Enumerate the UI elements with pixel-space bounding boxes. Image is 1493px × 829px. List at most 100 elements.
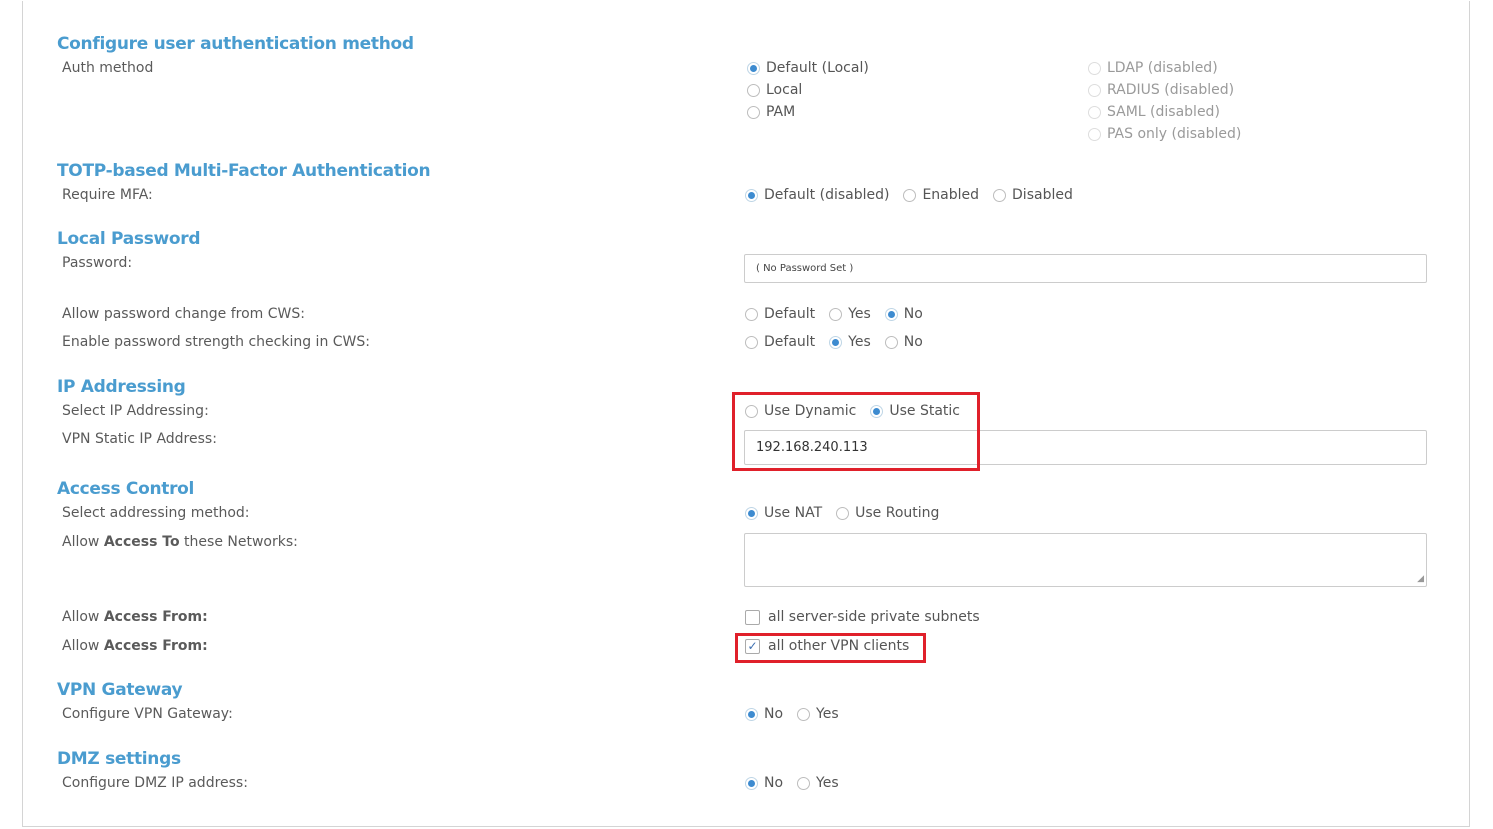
- mfa-option-label: Enabled: [922, 187, 980, 203]
- password-strength-label: Enable password strength checking in CWS…: [62, 334, 370, 350]
- gateway-radio-group: No Yes: [745, 706, 839, 722]
- mfa-option-label: Default (disabled): [764, 187, 890, 203]
- auth-option-label: PAM: [766, 104, 796, 120]
- allowed-networks-textarea[interactable]: ◢: [744, 533, 1427, 587]
- radio-selected-icon[interactable]: [745, 188, 758, 202]
- option-label: No: [764, 706, 784, 722]
- section-title-ip: IP Addressing: [57, 377, 186, 397]
- addressing-radio-nat[interactable]: Use NAT: [745, 505, 822, 521]
- label-part: these Networks:: [179, 534, 298, 550]
- auth-radio-local[interactable]: Local: [747, 82, 802, 98]
- option-label: No: [764, 775, 784, 791]
- section-title-mfa: TOTP-based Multi-Factor Authentication: [57, 161, 431, 181]
- section-title-password: Local Password: [57, 229, 201, 249]
- radio-icon[interactable]: [747, 83, 760, 97]
- password-label: Password:: [62, 255, 133, 271]
- resize-handle-icon[interactable]: ◢: [1417, 574, 1424, 584]
- label-part: Allow: [62, 534, 104, 550]
- password-field[interactable]: ( No Password Set ): [744, 254, 1427, 283]
- highlight-box-ip: [732, 392, 980, 471]
- dmz-label: Configure DMZ IP address:: [62, 775, 248, 791]
- auth-radio-ldap: LDAP (disabled): [1088, 60, 1218, 76]
- radio-disabled-icon: [1088, 61, 1101, 75]
- radio-selected-icon[interactable]: [884, 307, 898, 321]
- gateway-label: Configure VPN Gateway:: [62, 706, 233, 722]
- highlight-box-vpn-clients: [735, 633, 926, 663]
- auth-method-label: Auth method: [62, 60, 154, 76]
- dmz-radio-no[interactable]: No: [745, 775, 783, 791]
- dmz-radio-yes[interactable]: Yes: [797, 775, 839, 791]
- radio-disabled-icon: [1088, 127, 1101, 141]
- radio-icon[interactable]: [797, 707, 811, 721]
- password-change-radio-no[interactable]: No: [884, 306, 923, 322]
- section-title-access: Access Control: [57, 479, 195, 499]
- radio-selected-icon[interactable]: [745, 707, 758, 721]
- mfa-radio-group: Default (disabled) Enabled Disabled: [745, 187, 1073, 203]
- radio-selected-icon[interactable]: [747, 61, 760, 75]
- mfa-option-label: Disabled: [1012, 187, 1073, 203]
- addressing-radio-routing[interactable]: Use Routing: [836, 505, 939, 521]
- radio-icon[interactable]: [884, 335, 898, 349]
- label-part-bold: Access To: [103, 534, 180, 550]
- section-title-dmz: DMZ settings: [57, 749, 181, 769]
- auth-option-label: SAML (disabled): [1107, 104, 1220, 120]
- addressing-radio-group: Use NAT Use Routing: [745, 505, 939, 521]
- password-change-radio-group: Default Yes No: [745, 306, 923, 322]
- option-label: Default: [764, 334, 816, 350]
- radio-selected-icon[interactable]: [829, 335, 843, 349]
- option-label: No: [903, 334, 923, 350]
- radio-selected-icon[interactable]: [745, 506, 758, 520]
- auth-option-label: Local: [766, 82, 803, 98]
- radio-icon[interactable]: [745, 307, 758, 321]
- label-part: Allow: [62, 609, 104, 625]
- password-strength-radio-yes[interactable]: Yes: [829, 334, 871, 350]
- radio-icon[interactable]: [747, 105, 760, 119]
- checkbox-private-subnets[interactable]: all server-side private subnets: [745, 609, 980, 625]
- addressing-method-label: Select addressing method:: [62, 505, 250, 521]
- label-part: Allow: [62, 638, 104, 654]
- dmz-radio-group: No Yes: [745, 775, 839, 791]
- checkbox-label: all server-side private subnets: [768, 609, 980, 625]
- require-mfa-label: Require MFA:: [62, 187, 153, 203]
- radio-icon[interactable]: [836, 506, 850, 520]
- password-change-radio-yes[interactable]: Yes: [829, 306, 871, 322]
- option-label: Yes: [848, 306, 871, 322]
- mfa-radio-enabled[interactable]: Enabled: [903, 187, 979, 203]
- label-part-bold: Access From:: [103, 638, 208, 654]
- option-label: Yes: [816, 706, 839, 722]
- section-title-auth: Configure user authentication method: [57, 34, 414, 54]
- option-label: No: [903, 306, 923, 322]
- password-strength-radio-no[interactable]: No: [884, 334, 923, 350]
- auth-option-label: LDAP (disabled): [1107, 60, 1218, 76]
- auth-radio-default-local[interactable]: Default (Local): [747, 60, 869, 76]
- radio-icon[interactable]: [829, 307, 843, 321]
- radio-icon[interactable]: [903, 188, 917, 202]
- gateway-radio-yes[interactable]: Yes: [797, 706, 839, 722]
- password-change-label: Allow password change from CWS:: [62, 306, 305, 322]
- mfa-radio-disabled[interactable]: Disabled: [993, 187, 1073, 203]
- radio-icon[interactable]: [745, 335, 758, 349]
- static-ip-label: VPN Static IP Address:: [62, 431, 217, 447]
- password-change-radio-default[interactable]: Default: [745, 306, 815, 322]
- option-label: Default: [764, 306, 816, 322]
- radio-icon[interactable]: [993, 188, 1007, 202]
- option-label: Use Routing: [855, 505, 940, 521]
- auth-option-label: PAS only (disabled): [1107, 126, 1242, 142]
- auth-radio-pam[interactable]: PAM: [747, 104, 795, 120]
- option-label: Yes: [816, 775, 839, 791]
- radio-icon[interactable]: [797, 776, 811, 790]
- allow-access-from-label-2: Allow Access From:: [62, 638, 208, 654]
- section-title-gateway: VPN Gateway: [57, 680, 183, 700]
- checkbox-icon[interactable]: [745, 609, 760, 625]
- password-strength-radio-default[interactable]: Default: [745, 334, 815, 350]
- auth-radio-radius: RADIUS (disabled): [1088, 82, 1234, 98]
- password-strength-radio-group: Default Yes No: [745, 334, 923, 350]
- radio-disabled-icon: [1088, 105, 1101, 119]
- radio-selected-icon[interactable]: [745, 776, 758, 790]
- mfa-radio-default[interactable]: Default (disabled): [745, 187, 889, 203]
- gateway-radio-no[interactable]: No: [745, 706, 783, 722]
- radio-disabled-icon: [1088, 83, 1101, 97]
- ip-select-label: Select IP Addressing:: [62, 403, 209, 419]
- option-label: Use NAT: [764, 505, 823, 521]
- allow-access-to-label: Allow Access To these Networks:: [62, 534, 298, 550]
